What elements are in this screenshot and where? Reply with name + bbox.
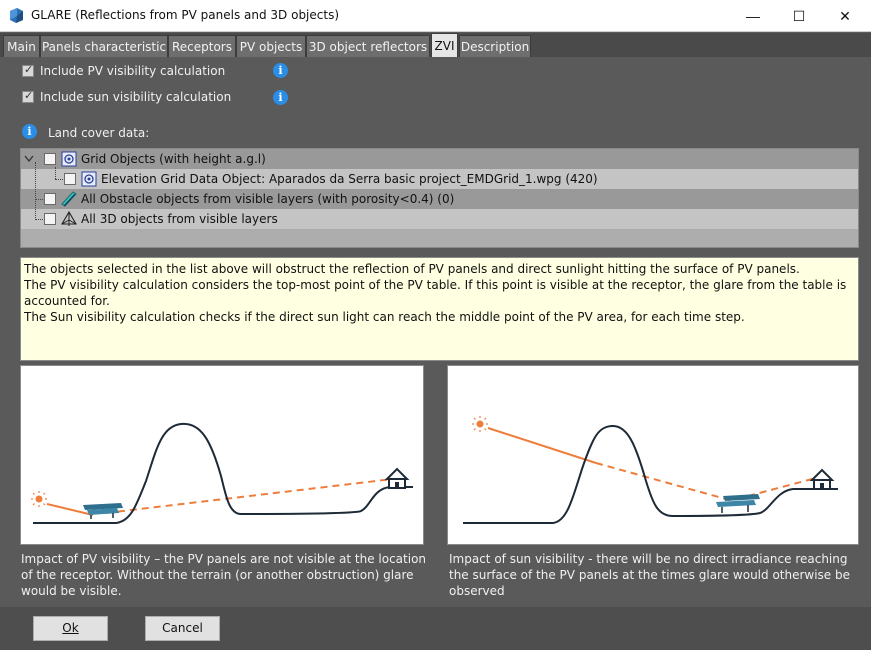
grid-object-icon bbox=[61, 151, 77, 167]
pv-visibility-info-icon[interactable]: i bbox=[273, 63, 288, 78]
tree-connector bbox=[35, 162, 36, 220]
title-bar: GLARE (Reflections from PV panels and 3D… bbox=[0, 0, 871, 32]
tab-description[interactable]: Description bbox=[459, 35, 531, 57]
land-cover-info-icon[interactable]: i bbox=[22, 124, 37, 139]
description-line: The Sun visibility calculation checks if… bbox=[24, 310, 745, 324]
ok-button-label: Ok bbox=[62, 621, 79, 635]
tree-item-label: All 3D objects from visible layers bbox=[81, 212, 278, 226]
tab-bar: Main Panels characteristic Receptors PV … bbox=[0, 33, 871, 57]
sun-visibility-diagram bbox=[447, 365, 859, 545]
zvi-panel: Include PV visibility calculation i Incl… bbox=[0, 57, 871, 607]
sun-icon bbox=[472, 416, 488, 432]
blocked-sun-ray bbox=[595, 462, 734, 502]
tab-receptors[interactable]: Receptors bbox=[168, 35, 236, 57]
app-icon bbox=[10, 8, 23, 23]
window-title: GLARE (Reflections from PV panels and 3D… bbox=[31, 8, 340, 22]
land-cover-tree[interactable]: Grid Objects (with height a.g.l) Elevati… bbox=[20, 148, 859, 248]
pv-panels-icon bbox=[83, 503, 123, 519]
obstacle-objects-checkbox[interactable] bbox=[44, 193, 56, 205]
tree-item-3d-objects[interactable]: All 3D objects from visible layers bbox=[21, 209, 858, 229]
reflection-ray bbox=[105, 478, 394, 514]
description-line: The objects selected in the list above w… bbox=[24, 262, 800, 276]
tree-connector bbox=[55, 167, 56, 179]
land-cover-label: Land cover data: bbox=[48, 126, 150, 140]
dialog-footer: Ok Cancel bbox=[0, 607, 871, 650]
house-icon bbox=[384, 467, 410, 489]
sun-visibility-checkbox[interactable] bbox=[22, 89, 34, 103]
description-line: The PV visibility calculation considers … bbox=[24, 278, 847, 308]
pv-visibility-label: Include PV visibility calculation bbox=[40, 64, 226, 78]
tree-item-label: Grid Objects (with height a.g.l) bbox=[81, 152, 266, 166]
terrain-line bbox=[463, 424, 838, 524]
sun-ray bbox=[487, 427, 597, 464]
tree-item-grid-objects[interactable]: Grid Objects (with height a.g.l) bbox=[21, 149, 858, 169]
tab-pv-objects[interactable]: PV objects bbox=[236, 35, 306, 57]
tree-item-elevation-grid[interactable]: Elevation Grid Data Object: Aparados da … bbox=[21, 169, 858, 189]
sun-visibility-info-icon[interactable]: i bbox=[273, 90, 288, 105]
elevation-grid-checkbox[interactable] bbox=[64, 173, 76, 185]
ok-button[interactable]: Ok bbox=[33, 616, 108, 641]
3d-objects-checkbox[interactable] bbox=[44, 213, 56, 225]
cancel-button[interactable]: Cancel bbox=[145, 616, 220, 641]
collapse-chevron-icon[interactable] bbox=[24, 155, 34, 163]
tree-item-label: All Obstacle objects from visible layers… bbox=[81, 192, 455, 206]
pv-visibility-checkbox[interactable] bbox=[22, 63, 34, 77]
tab-main[interactable]: Main bbox=[3, 35, 40, 57]
minimize-button[interactable]: — bbox=[730, 0, 776, 32]
tab-panels-characteristic[interactable]: Panels characteristic bbox=[40, 35, 168, 57]
3d-object-icon bbox=[61, 211, 77, 226]
tree-connector bbox=[35, 199, 43, 200]
elevation-grid-icon bbox=[81, 171, 97, 187]
tree-item-obstacle-objects[interactable]: All Obstacle objects from visible layers… bbox=[21, 189, 858, 209]
tree-connector bbox=[55, 179, 63, 180]
sun-icon bbox=[31, 491, 47, 507]
house-icon bbox=[809, 468, 835, 490]
tree-item-label: Elevation Grid Data Object: Aparados da … bbox=[101, 172, 598, 186]
close-button[interactable]: ✕ bbox=[822, 0, 868, 32]
maximize-button[interactable]: ☐ bbox=[776, 0, 822, 32]
tree-connector bbox=[35, 219, 43, 220]
obstacle-icon bbox=[61, 191, 77, 207]
tab-zvi[interactable]: ZVI bbox=[431, 33, 458, 57]
grid-objects-checkbox[interactable] bbox=[44, 153, 56, 165]
pv-panels-icon bbox=[716, 494, 760, 513]
pv-visibility-caption: Impact of PV visibility – the PV panels … bbox=[21, 552, 427, 598]
tab-3d-object-reflectors[interactable]: 3D object reflectors bbox=[306, 35, 430, 57]
sun-visibility-caption: Impact of sun visibility - there will be… bbox=[449, 552, 851, 598]
description-box: The objects selected in the list above w… bbox=[20, 257, 859, 361]
pv-visibility-diagram bbox=[20, 365, 424, 545]
sun-visibility-label: Include sun visibility calculation bbox=[40, 90, 232, 104]
